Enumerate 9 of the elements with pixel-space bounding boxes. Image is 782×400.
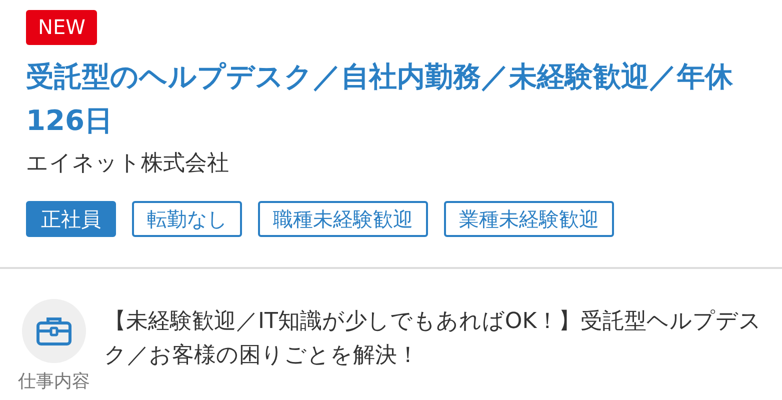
section-label: 仕事内容: [18, 370, 90, 393]
tag: 正社員: [26, 201, 116, 237]
tag: 転勤なし: [132, 201, 242, 237]
new-badge: NEW: [26, 10, 98, 45]
company-name: エイネット株式会社: [26, 150, 230, 178]
tag: 業種未経験歓迎: [444, 201, 614, 237]
job-title[interactable]: 受託型のヘルプデスク／自社内勤務／未経験歓迎／年休126日: [26, 55, 756, 143]
job-description: 【未経験歓迎／IT知識が少しでもあればOK！】受託型ヘルプデスク／お客様の困りごとを解決！: [104, 308, 762, 370]
tag: 職種未経験歓迎: [258, 201, 428, 237]
